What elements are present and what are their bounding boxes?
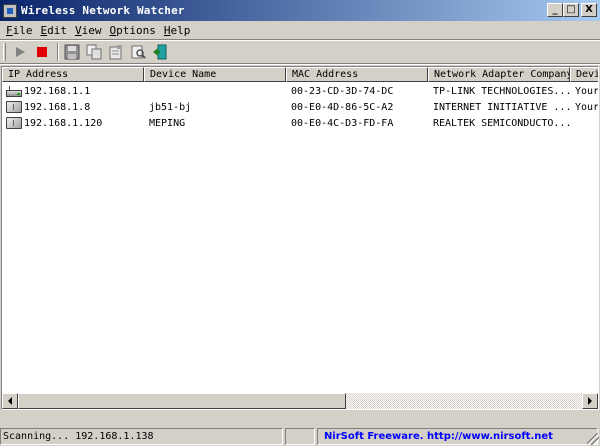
menu-view-label: iew <box>81 23 102 37</box>
find-button[interactable] <box>128 42 148 62</box>
menu-view[interactable]: View <box>71 24 106 37</box>
ip-text: 192.168.1.8 <box>24 101 91 113</box>
properties-button[interactable] <box>106 42 126 62</box>
cell-company: INTERNET INITIATIVE ... <box>433 101 570 113</box>
properties-icon <box>109 45 122 60</box>
column-adapter-company[interactable]: Network Adapter Company <box>428 67 570 82</box>
status-panel-empty <box>285 428 315 445</box>
save-icon <box>64 44 80 60</box>
table-row[interactable]: 192.168.1.120 MEPING 00-E0-4C-D3-FD-FA R… <box>2 115 598 131</box>
list-rows: 192.168.1.1 00-23-CD-3D-74-DC TP-LINK TE… <box>2 83 599 131</box>
cell-ip: 192.168.1.1 <box>2 85 144 97</box>
cell-device-name: jb51-bj <box>149 101 192 113</box>
cell-mac: 00-E0-4D-86-5C-A2 <box>291 101 394 113</box>
cell-mac: 00-23-CD-3D-74-DC <box>291 85 394 97</box>
scroll-right-button[interactable] <box>582 393 598 409</box>
scroll-thumb[interactable] <box>18 393 346 409</box>
list-header: IP Address Device Name MAC Address Netwo… <box>2 67 598 82</box>
cell-mac: 00-E0-4C-D3-FD-FA <box>291 117 394 129</box>
play-icon <box>16 47 25 57</box>
menu-file-accel: F <box>6 23 13 37</box>
window-controls: _ □ X <box>547 3 597 17</box>
start-button[interactable] <box>10 42 30 62</box>
title-bar: Wireless Network Watcher _ □ X <box>0 0 600 21</box>
table-row[interactable]: 192.168.1.8 jb51-bj 00-E0-4D-86-5C-A2 IN… <box>2 99 599 115</box>
save-button[interactable] <box>62 42 82 62</box>
stop-icon <box>37 47 47 57</box>
menu-help[interactable]: Help <box>160 24 195 37</box>
find-icon <box>131 45 146 59</box>
column-ip-address[interactable]: IP Address <box>2 67 144 82</box>
column-mac-address[interactable]: MAC Address <box>286 67 428 82</box>
router-icon <box>6 86 22 97</box>
copy-button[interactable] <box>84 42 104 62</box>
copy-icon <box>86 44 102 60</box>
toolbar-separator-line <box>0 63 600 65</box>
device-list[interactable]: IP Address Device Name MAC Address Netwo… <box>1 66 599 410</box>
maximize-button[interactable]: □ <box>563 3 579 17</box>
menu-bar: File Edit View Options Help <box>0 21 600 39</box>
menu-help-accel: H <box>163 23 171 37</box>
status-scanning: Scanning... 192.168.1.138 <box>0 428 284 445</box>
menu-help-label: elp <box>170 23 191 37</box>
arrow-right-icon <box>588 397 592 405</box>
computer-icon <box>6 101 22 113</box>
cell-ip: 192.168.1.120 <box>2 117 144 129</box>
toolbar <box>0 41 600 63</box>
ip-text: 192.168.1.1 <box>24 85 91 97</box>
computer-icon <box>6 117 22 129</box>
menu-view-accel: V <box>75 23 82 37</box>
menu-edit-label: dit <box>47 23 67 37</box>
ip-text: 192.168.1.120 <box>24 117 103 129</box>
cell-device-info: Your <box>575 85 599 97</box>
horizontal-scrollbar[interactable] <box>2 393 598 409</box>
window-title: Wireless Network Watcher <box>21 4 185 17</box>
menu-edit[interactable]: Edit <box>37 24 72 37</box>
toolbar-grip[interactable] <box>3 43 6 61</box>
exit-icon <box>153 44 167 60</box>
menu-file[interactable]: File <box>2 24 37 37</box>
toolbar-separator <box>57 43 59 61</box>
table-row[interactable]: 192.168.1.1 00-23-CD-3D-74-DC TP-LINK TE… <box>2 83 599 99</box>
cell-device-name: MEPING <box>149 117 186 129</box>
menu-options-label: ptions <box>116 23 156 37</box>
menu-options[interactable]: Options <box>106 24 160 37</box>
scroll-left-button[interactable] <box>2 393 18 409</box>
menu-file-label: ile <box>12 23 33 37</box>
exit-button[interactable] <box>150 42 170 62</box>
cell-company: TP-LINK TECHNOLOGIES... <box>433 85 570 97</box>
cell-ip: 192.168.1.8 <box>2 101 144 113</box>
status-bar: Scanning... 192.168.1.138 NirSoft Freewa… <box>0 428 600 446</box>
nirsoft-link[interactable]: NirSoft Freeware. http://www.nirsoft.net <box>316 428 598 445</box>
cell-company: REALTEK SEMICONDUCTO... <box>433 117 570 129</box>
app-icon[interactable] <box>3 3 17 18</box>
column-device-info[interactable]: Devi <box>570 67 598 82</box>
minimize-button[interactable]: _ <box>547 3 563 17</box>
close-button[interactable]: X <box>581 3 597 17</box>
column-device-name[interactable]: Device Name <box>144 67 286 82</box>
scroll-track[interactable] <box>18 393 582 409</box>
stop-button[interactable] <box>32 42 52 62</box>
resize-grip[interactable] <box>587 433 599 445</box>
cell-device-info: Your <box>575 101 599 113</box>
arrow-left-icon <box>8 397 12 405</box>
